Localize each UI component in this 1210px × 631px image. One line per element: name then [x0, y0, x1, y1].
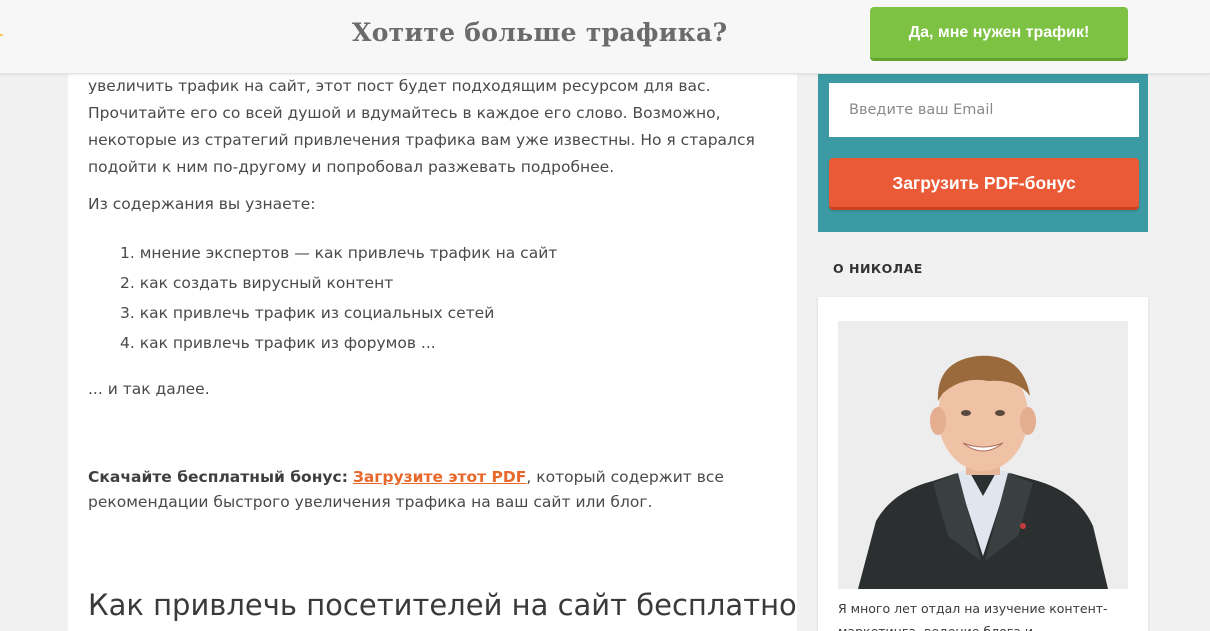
contents-lead: Из содержания вы узнаете: [88, 195, 316, 213]
get-traffic-button[interactable]: Да, мне нужен трафик! [870, 7, 1128, 61]
bonus-paragraph: Скачайте бесплатный бонус: Загрузите это… [88, 465, 748, 515]
list-item: 2. как создать вирусный контент [120, 274, 394, 292]
person-portrait-icon [838, 321, 1128, 589]
article-content: увеличить трафик на сайт, этот пост буде… [68, 74, 797, 631]
top-banner: Хотите больше трафика? Да, мне нужен тра… [0, 0, 1210, 74]
arrow-icon [0, 33, 4, 37]
etc-paragraph: ... и так далее. [88, 380, 210, 398]
about-card: Я много лет отдал на изучение контент-ма… [818, 297, 1148, 631]
about-heading: О НИКОЛАЕ [833, 261, 923, 276]
section-heading: Как привлечь посетителей на сайт бесплат… [88, 588, 797, 622]
list-item: 1. мнение экспертов — как привлечь трафи… [120, 244, 558, 262]
download-pdf-link[interactable]: Загрузите этот PDF [353, 468, 527, 486]
optin-box: Загрузить PDF-бонус [818, 74, 1148, 232]
contents-list: 1. мнение экспертов — как привлечь трафи… [120, 238, 557, 358]
email-field[interactable] [829, 83, 1139, 137]
list-item: 4. как привлечь трафик из форумов ... [120, 334, 436, 352]
download-pdf-button[interactable]: Загрузить PDF-бонус [829, 158, 1139, 210]
banner-title: Хотите больше трафика? [352, 18, 728, 47]
author-photo [838, 321, 1128, 589]
intro-paragraph: увеличить трафик на сайт, этот пост буде… [88, 77, 755, 176]
bonus-label: Скачайте бесплатный бонус: [88, 468, 348, 486]
author-bio: Я много лет отдал на изучение контент-ма… [838, 601, 1108, 631]
list-item: 3. как привлечь трафик из социальных сет… [120, 304, 495, 322]
